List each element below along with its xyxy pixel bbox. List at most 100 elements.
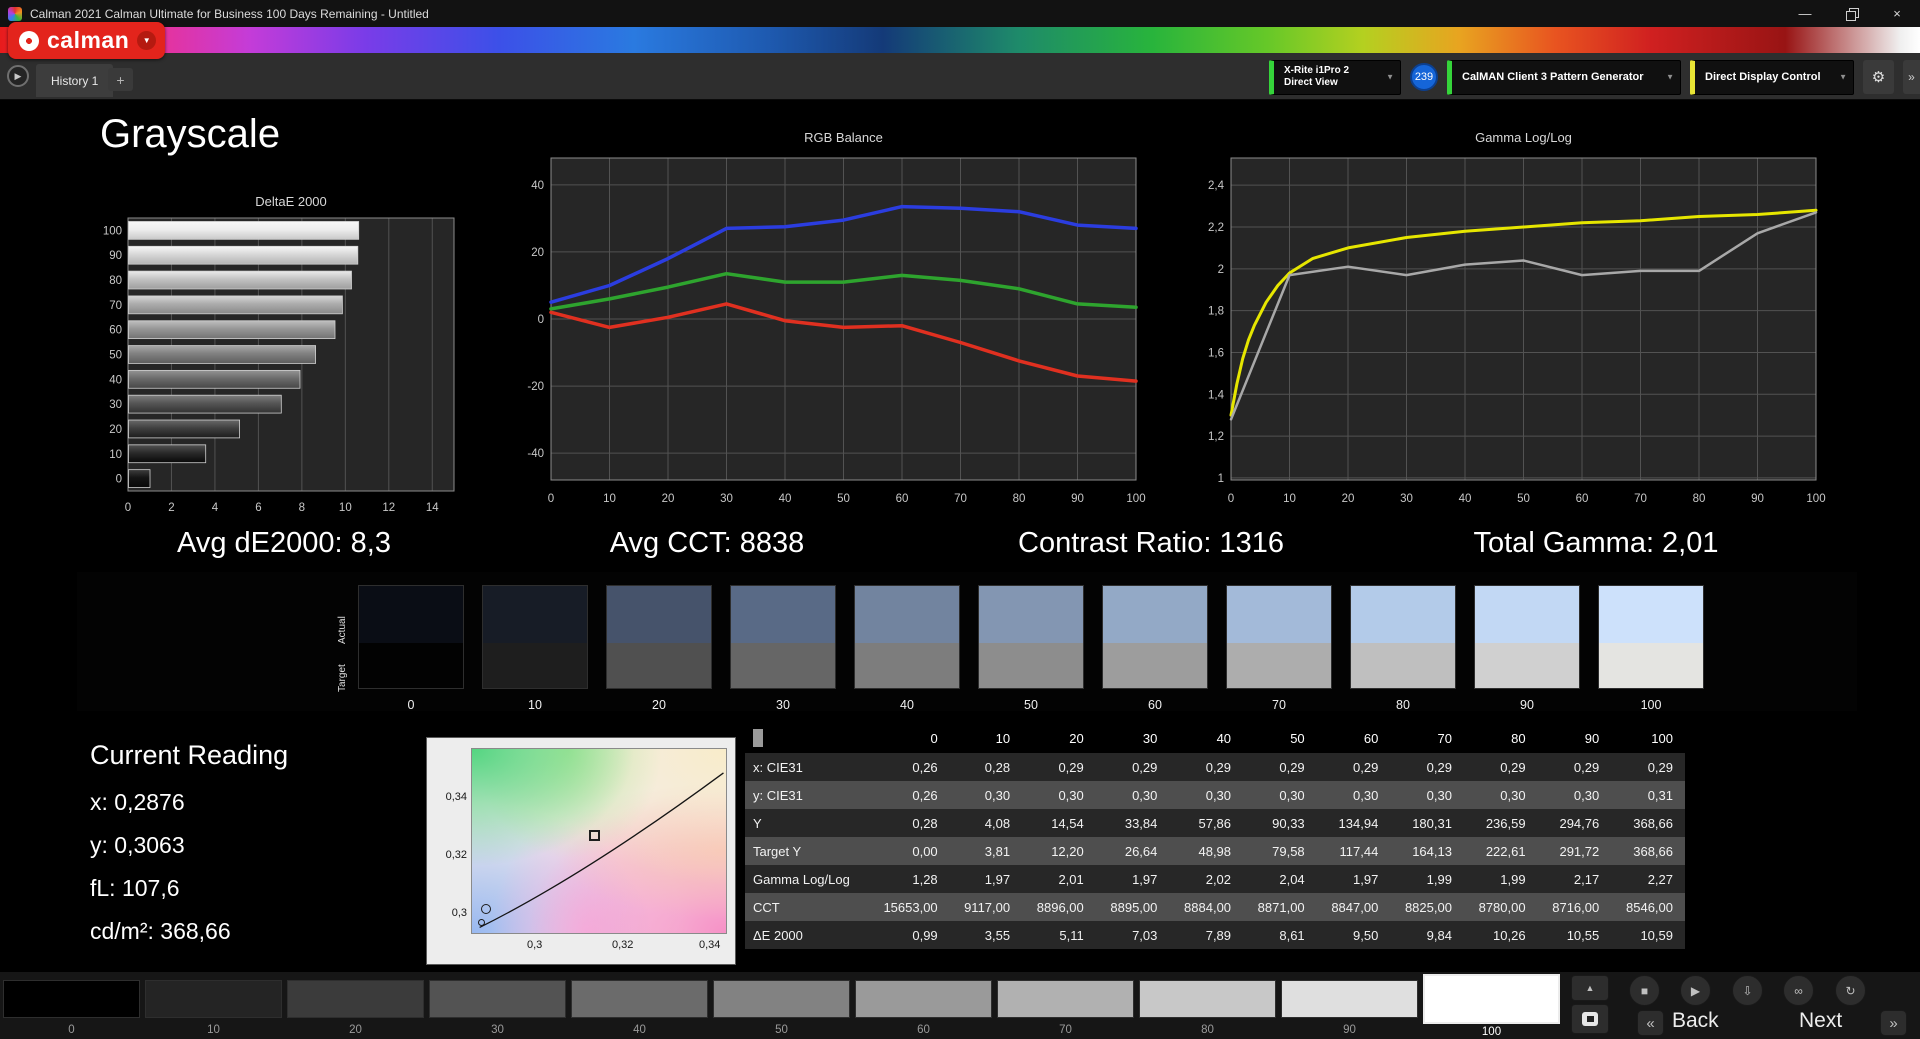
- swatch-target-color: [1474, 643, 1580, 689]
- grayscale-swatch: 90: [1474, 585, 1580, 712]
- display-control-dropdown[interactable]: Direct Display Control ▼: [1690, 59, 1854, 95]
- svg-text:30: 30: [1400, 493, 1413, 505]
- toolbar-overflow-button[interactable]: »: [1903, 60, 1920, 94]
- pattern-patch-0[interactable]: 0: [3, 980, 140, 1038]
- pattern-patch-10[interactable]: 10: [145, 980, 282, 1038]
- table-row: Target Y 0,00 3,81 12,20 26,64 48,98 79,58 117,…: [745, 837, 1685, 865]
- pattern-patch-80[interactable]: 80: [1139, 980, 1276, 1038]
- pattern-patch-60[interactable]: 60: [855, 980, 992, 1038]
- table-column-header: 90: [1584, 730, 1600, 746]
- patch-color: [429, 980, 566, 1018]
- svg-text:40: 40: [779, 493, 792, 505]
- table-cell: 0,30: [1353, 787, 1379, 803]
- add-tab-button[interactable]: +: [108, 68, 133, 91]
- cie-plot-area: [471, 748, 727, 934]
- reading-fl: fL: 107,6: [90, 875, 180, 901]
- save-button[interactable]: ⇩: [1732, 975, 1763, 1006]
- continuous-read-button[interactable]: ∞: [1783, 975, 1814, 1006]
- meter-dropdown[interactable]: X-Rite i1Pro 2 Direct View ▼: [1269, 59, 1401, 95]
- patch-label: 80: [1201, 1024, 1214, 1036]
- grayscale-swatch: 10: [482, 585, 588, 712]
- svg-text:70: 70: [109, 300, 122, 312]
- table-row-label: y: CIE31: [753, 787, 803, 803]
- target-row-label: Target: [337, 664, 348, 692]
- table-cell: 5,11: [1059, 927, 1084, 943]
- svg-text:90: 90: [1071, 493, 1084, 505]
- pattern-patch-20[interactable]: 20: [287, 980, 424, 1038]
- table-cell: 0,30: [1058, 787, 1084, 803]
- table-cell: 9,50: [1353, 927, 1379, 943]
- pattern-patch-70[interactable]: 70: [997, 980, 1134, 1038]
- svg-text:60: 60: [1576, 493, 1589, 505]
- tab-history-1[interactable]: History 1: [36, 64, 114, 97]
- close-button[interactable]: ×: [1874, 0, 1920, 27]
- history-nav-button[interactable]: ▶: [7, 65, 29, 87]
- minimize-button[interactable]: —: [1782, 0, 1828, 27]
- svg-text:50: 50: [109, 350, 122, 362]
- avg-de2000-stat: Avg dE2000: 8,3: [177, 527, 391, 559]
- table-cell: 0,26: [912, 787, 938, 803]
- table-cell: 3,81: [984, 843, 1011, 859]
- table-cell: 222,61: [1485, 843, 1526, 859]
- patch-color: [571, 980, 708, 1018]
- pattern-window-toggle-button[interactable]: [1571, 1004, 1609, 1034]
- page-title: Grayscale: [100, 112, 281, 156]
- first-page-button[interactable]: «: [1637, 1010, 1664, 1036]
- svg-text:20: 20: [1342, 493, 1355, 505]
- svg-text:2: 2: [168, 502, 174, 514]
- play-icon: ▶: [14, 70, 22, 81]
- svg-text:70: 70: [954, 493, 967, 505]
- patch-color: [855, 980, 992, 1018]
- svg-text:80: 80: [1013, 493, 1026, 505]
- table-cell: 4,08: [984, 815, 1011, 831]
- patch-label: 70: [1059, 1024, 1072, 1036]
- svg-text:1,4: 1,4: [1208, 389, 1225, 401]
- table-cell: 180,31: [1412, 815, 1452, 831]
- pattern-patch-40[interactable]: 40: [571, 980, 708, 1038]
- play-button[interactable]: ▶: [1680, 975, 1711, 1006]
- svg-text:0: 0: [116, 474, 122, 486]
- svg-text:10: 10: [1283, 493, 1296, 505]
- pattern-generator-dropdown[interactable]: CalMAN Client 3 Pattern Generator ▼: [1447, 59, 1681, 95]
- table-column-header: 70: [1437, 730, 1452, 746]
- next-button[interactable]: Next: [1799, 1009, 1842, 1033]
- pattern-window-eject-button[interactable]: ▲: [1571, 975, 1609, 1001]
- pattern-patch-100[interactable]: 100: [1423, 974, 1560, 1038]
- restore-button[interactable]: [1828, 0, 1874, 27]
- rainbow-strip: [0, 27, 1920, 53]
- refresh-button[interactable]: ↻: [1835, 975, 1866, 1006]
- table-cell: 0,30: [1500, 787, 1526, 803]
- deltae-chart: DeltaE 20000 2 4 6 8 10 12 14100908070605040302…: [103, 194, 455, 514]
- table-cell: 236,59: [1485, 815, 1526, 831]
- svg-text:0: 0: [1228, 493, 1234, 505]
- stop-button[interactable]: ■: [1629, 975, 1660, 1006]
- svg-text:0: 0: [548, 493, 554, 505]
- table-cell: 8825,00: [1404, 899, 1452, 915]
- pattern-patch-50[interactable]: 50: [713, 980, 850, 1038]
- grayscale-swatch: 40: [854, 585, 960, 712]
- pattern-patch-30[interactable]: 30: [429, 980, 566, 1038]
- table-row: x: CIE31 0,26 0,28 0,29 0,29 0,29 0,29 0,29 0,29…: [745, 753, 1685, 781]
- double-chevron-icon: »: [1908, 70, 1915, 84]
- svg-text:70: 70: [1634, 493, 1647, 505]
- back-button[interactable]: Back: [1672, 1009, 1719, 1033]
- calman-logo-menu[interactable]: calman ▼: [8, 22, 166, 59]
- settings-button[interactable]: ⚙: [1863, 60, 1894, 94]
- meter-dropdown-text: X-Rite i1Pro 2 Direct View: [1284, 65, 1349, 89]
- table-cell: 291,72: [1559, 843, 1600, 859]
- table-row-label: CCT: [753, 899, 780, 915]
- swatch-target-color: [854, 643, 960, 689]
- pattern-patch-90[interactable]: 90: [1281, 980, 1418, 1038]
- swatch-target-color: [482, 643, 588, 689]
- swatch-target-color: [730, 643, 836, 689]
- meter-count-badge[interactable]: 239: [1410, 63, 1438, 91]
- swatch-actual-color: [1598, 585, 1704, 643]
- total-gamma-stat: Total Gamma: 2,01: [1473, 527, 1719, 559]
- table-row: Gamma Log/Log 1,28 1,97 2,01 1,97 2,02 2,04 1,9…: [745, 865, 1685, 893]
- last-page-button[interactable]: »: [1880, 1010, 1907, 1036]
- table-column-header: 30: [1142, 730, 1158, 746]
- table-cell: 8,61: [1279, 927, 1305, 943]
- table-cell: 7,89: [1205, 927, 1232, 943]
- svg-text:60: 60: [896, 493, 909, 505]
- reading-y: y: 0,3063: [90, 832, 185, 858]
